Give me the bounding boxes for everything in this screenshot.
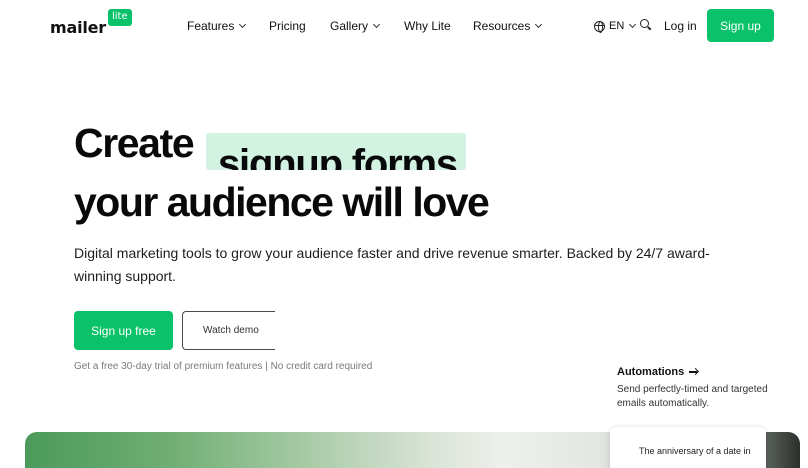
hero-highlight-box: signup forms <box>206 133 466 170</box>
nav-item-label: Features <box>187 19 235 33</box>
nav-item-features[interactable]: Features <box>187 18 247 34</box>
nav-item-resources[interactable]: Resources <box>473 18 543 34</box>
login-link[interactable]: Log in <box>664 18 697 34</box>
nav-item-label: Why Lite <box>404 19 451 33</box>
nav-item-gallery[interactable]: Gallery <box>330 18 381 34</box>
hero-heading-line1: Create <box>74 120 195 166</box>
nav-item-pricing[interactable]: Pricing <box>269 18 306 34</box>
hero-heading-line2: your audience will love <box>74 179 490 225</box>
language-label: EN <box>609 20 625 32</box>
chevron-down-icon <box>372 20 381 29</box>
search-icon[interactable] <box>640 19 652 31</box>
hero-highlight-text: signup forms <box>218 142 458 170</box>
automations-link[interactable]: Automations <box>617 365 698 379</box>
automations-title: Automations <box>617 366 685 378</box>
chevron-down-icon <box>239 20 247 29</box>
nav-item-label: Pricing <box>269 19 306 33</box>
preview-card-text: The anniversary of a date in <box>639 446 751 456</box>
language-selector[interactable]: EN <box>594 18 637 34</box>
globe-icon <box>594 20 605 33</box>
chevron-down-icon <box>535 20 543 29</box>
hero-subtitle: Digital marketing tools to grow your aud… <box>74 245 710 284</box>
signup-button[interactable]: Sign up <box>707 9 774 42</box>
watch-demo-label: Watch demo <box>203 325 259 336</box>
chevron-down-icon <box>629 20 637 29</box>
signup-free-button[interactable]: Sign up free <box>74 311 173 350</box>
trial-note: Get a free 30-day trial of premium featu… <box>74 361 373 372</box>
arrow-right-icon <box>689 368 698 376</box>
automations-description: Send perfectly-timed and targeted emails… <box>617 384 768 409</box>
watch-demo-button[interactable]: Watch demo <box>182 311 275 350</box>
nav-item-why-lite[interactable]: Why Lite <box>404 18 451 34</box>
nav-item-label: Gallery <box>330 19 369 33</box>
nav-item-label: Resources <box>473 19 531 33</box>
site-header: mailer lite Features Pricing Gallery Why… <box>0 0 808 52</box>
automation-preview-card: The anniversary of a date in <box>610 427 766 468</box>
